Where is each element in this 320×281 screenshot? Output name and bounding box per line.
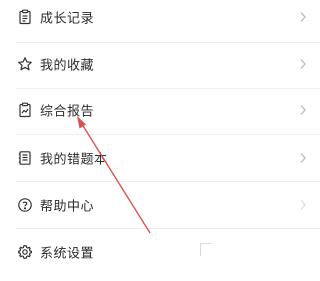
clipboard-icon [17,9,33,25]
divider [16,181,320,182]
menu-item-help-center[interactable]: 帮助中心 [0,183,320,227]
menu-item-favorites[interactable]: 我的收藏 [0,42,320,86]
divider [16,228,320,229]
chevron-right-icon [298,58,308,70]
star-icon [17,56,33,72]
menu-item-label: 我的错题本 [40,152,108,168]
chevron-right-icon [298,199,308,211]
menu-item-comprehensive-report[interactable]: 综合报告 [0,88,320,132]
menu-item-label: 我的收藏 [40,58,95,74]
notebook-icon [17,150,33,166]
divider [16,134,320,135]
menu-item-label: 综合报告 [40,104,95,120]
menu-item-mistake-notebook[interactable]: 我的错题本 [0,136,320,180]
chevron-right-icon [298,104,308,116]
menu-item-label: 成长记录 [40,11,95,27]
menu-item-label: 系统设置 [40,246,95,262]
menu-item-growth-record[interactable]: 成长记录 [0,0,320,39]
menu-list: 成长记录 我的收藏 综合报告 我的错题本 帮助中心 系统设置 [0,0,320,281]
chevron-right-icon [298,152,308,164]
gear-icon [17,244,33,260]
corner-artifact [200,243,211,256]
chevron-right-icon [298,11,308,23]
menu-item-label: 帮助中心 [40,199,95,215]
help-circle-icon [17,197,33,213]
report-chart-icon [17,102,33,118]
menu-item-system-settings[interactable]: 系统设置 [0,230,320,274]
